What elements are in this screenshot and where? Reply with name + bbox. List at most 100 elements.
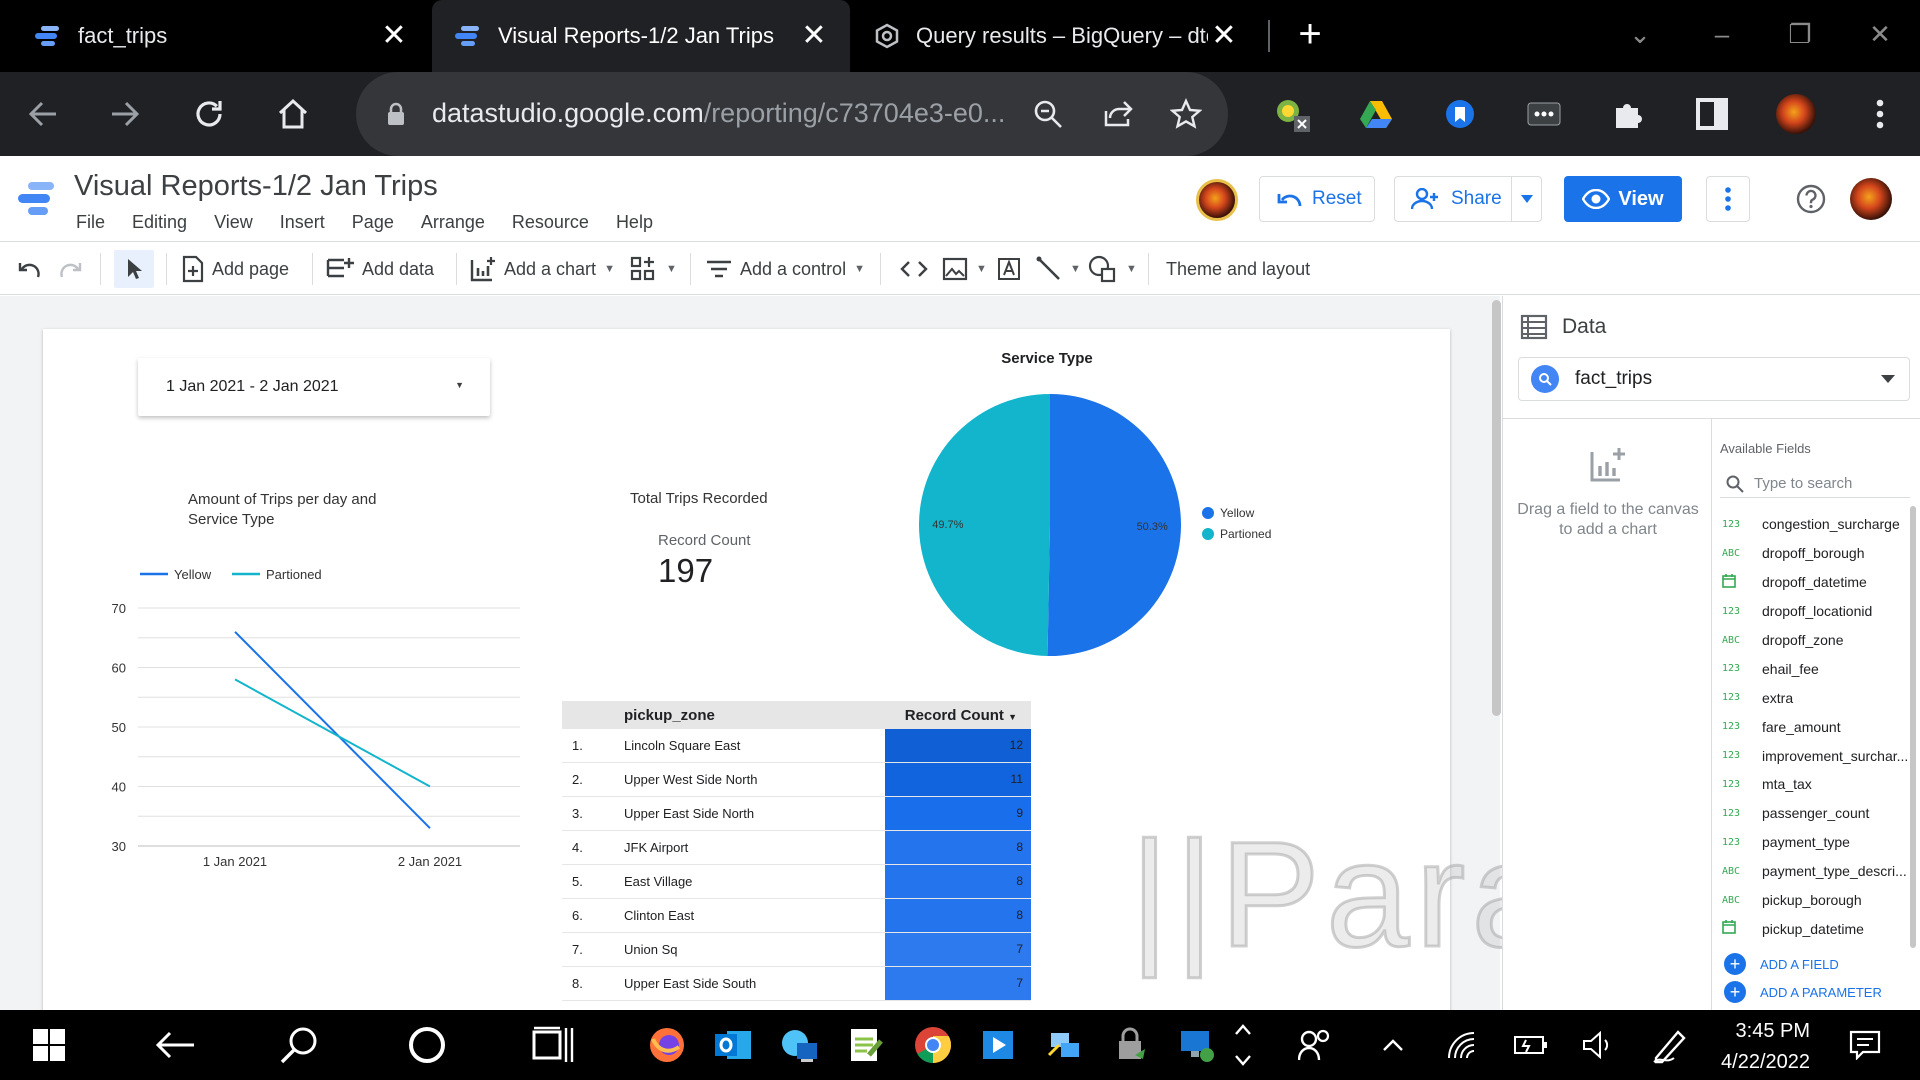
image-insert-icon[interactable]: ▼: [942, 252, 987, 286]
taskbar-scroll-icon[interactable]: [1228, 1022, 1258, 1068]
add-control-button[interactable]: Add a control ▼: [706, 252, 865, 286]
field-item[interactable]: ABC dropoff_borough: [1722, 539, 1912, 568]
cortana-icon[interactable]: [404, 1022, 450, 1068]
field-item[interactable]: 123 ehail_fee: [1722, 654, 1912, 683]
notification-center-icon[interactable]: [1842, 1022, 1888, 1068]
field-search-input[interactable]: Type to search: [1720, 470, 1910, 498]
menu-resource[interactable]: Resource: [512, 212, 589, 233]
embed-url-icon[interactable]: [900, 252, 928, 286]
new-tab-icon[interactable]: +: [1290, 14, 1330, 56]
table-row[interactable]: 5. East Village 8: [562, 865, 1031, 899]
line-chart[interactable]: Yellow Partioned 30 40 50 60 70 1 Jan 2021 2 Jan…: [90, 560, 540, 880]
pickup-zone-table[interactable]: pickup_zone Record Count ▼ 1. Lincoln Squ…: [562, 701, 1031, 1001]
bookmark-extension-icon[interactable]: [1438, 92, 1482, 136]
home-icon[interactable]: [270, 91, 316, 137]
add-field-button[interactable]: + ADD A FIELD: [1724, 953, 1839, 975]
table-header-record-count[interactable]: Record Count ▼: [885, 707, 1031, 724]
field-item[interactable]: 123 fare_amount: [1722, 712, 1912, 741]
more-extension-icon[interactable]: [1522, 92, 1566, 136]
field-item[interactable]: 123 improvement_surchar...: [1722, 741, 1912, 770]
add-parameter-button[interactable]: + ADD A PARAMETER: [1724, 981, 1882, 1003]
tab-fact-trips[interactable]: fact_trips ✕: [0, 0, 430, 72]
scorecard-value[interactable]: 197: [658, 552, 713, 590]
undo-icon[interactable]: [16, 252, 42, 286]
share-page-icon[interactable]: [1098, 94, 1138, 134]
side-panel-icon[interactable]: [1690, 92, 1734, 136]
table-row[interactable]: 8. Upper East Side South 7: [562, 967, 1031, 1001]
table-row[interactable]: 7. Union Sq 7: [562, 933, 1031, 967]
field-item[interactable]: dropoff_datetime: [1722, 568, 1912, 597]
add-page-button[interactable]: Add page: [182, 252, 289, 286]
menu-page[interactable]: Page: [352, 212, 394, 233]
chrome-menu-icon[interactable]: [1858, 92, 1902, 136]
zoom-icon[interactable]: [1028, 94, 1068, 134]
field-item[interactable]: 123 congestion_surcharge: [1722, 510, 1912, 539]
field-item[interactable]: 123 dropoff_locationid: [1722, 597, 1912, 626]
media-player-icon[interactable]: [976, 1022, 1022, 1068]
bookmark-star-icon[interactable]: [1166, 94, 1206, 134]
battery-icon[interactable]: [1508, 1022, 1554, 1068]
field-item[interactable]: ABC payment_type_descri...: [1722, 857, 1912, 886]
windows-start-icon[interactable]: [26, 1022, 72, 1068]
back-icon[interactable]: [20, 91, 66, 137]
field-item[interactable]: ABC pickup_borough: [1722, 886, 1912, 915]
share-button[interactable]: Share: [1394, 176, 1542, 222]
view-button[interactable]: View: [1564, 176, 1682, 222]
chrome-icon[interactable]: [910, 1022, 956, 1068]
more-options-icon[interactable]: [1706, 176, 1750, 222]
redo-icon[interactable]: [58, 252, 84, 286]
table-row[interactable]: 6. Clinton East 8: [562, 899, 1031, 933]
tab-search-icon[interactable]: ⌄: [1620, 14, 1660, 54]
line-tool-icon[interactable]: ▼: [1036, 252, 1081, 286]
tab-visual-reports[interactable]: Visual Reports-1/2 Jan Trips ✕: [432, 0, 850, 72]
pie-chart[interactable]: 50.3% 49.7% Yellow Partioned: [900, 380, 1300, 670]
menu-arrange[interactable]: Arrange: [421, 212, 485, 233]
task-view-icon[interactable]: [530, 1022, 576, 1068]
table-row[interactable]: 4. JFK Airport 8: [562, 831, 1031, 865]
theme-and-layout-button[interactable]: Theme and layout: [1166, 252, 1310, 286]
add-data-button[interactable]: Add data: [326, 252, 434, 286]
text-box-icon[interactable]: [996, 252, 1022, 286]
outlook-icon[interactable]: [710, 1022, 756, 1068]
notepad-app-icon[interactable]: [842, 1022, 888, 1068]
forward-icon[interactable]: [102, 91, 148, 137]
shape-tool-icon[interactable]: ▼: [1088, 252, 1137, 286]
account-avatar[interactable]: [1850, 178, 1892, 220]
menu-help[interactable]: Help: [616, 212, 653, 233]
pen-icon[interactable]: [1646, 1022, 1692, 1068]
data-studio-logo-icon[interactable]: [18, 180, 58, 221]
network-share-icon[interactable]: [1042, 1022, 1088, 1068]
restore-icon[interactable]: ❐: [1780, 14, 1820, 54]
close-icon[interactable]: ✕: [1208, 20, 1240, 52]
google-drive-icon[interactable]: [1354, 92, 1398, 136]
remote-desktop-icon[interactable]: [1174, 1022, 1220, 1068]
tab-bigquery[interactable]: Query results – BigQuery – dtc ✕: [852, 0, 1260, 72]
field-item[interactable]: pickup_datetime: [1722, 914, 1912, 943]
field-item[interactable]: 123 mta_tax: [1722, 770, 1912, 799]
date-range-control[interactable]: 1 Jan 2021 - 2 Jan 2021 ▼: [138, 358, 490, 416]
close-icon[interactable]: ✕: [378, 20, 410, 52]
community-viz-button[interactable]: ▼: [630, 252, 677, 286]
firefox-icon[interactable]: [644, 1022, 690, 1068]
field-item[interactable]: 123 payment_type: [1722, 828, 1912, 857]
report-title[interactable]: Visual Reports-1/2 Jan Trips: [74, 170, 438, 203]
field-item[interactable]: 123 extra: [1722, 683, 1912, 712]
reload-icon[interactable]: [186, 91, 232, 137]
add-chart-button[interactable]: Add a chart ▼: [470, 252, 615, 286]
network-app-icon[interactable]: [776, 1022, 822, 1068]
tray-chevron-up-icon[interactable]: [1370, 1022, 1416, 1068]
minimize-icon[interactable]: –: [1702, 14, 1742, 54]
help-icon[interactable]: [1796, 184, 1826, 219]
select-tool-icon[interactable]: [114, 250, 154, 288]
close-icon[interactable]: ✕: [798, 20, 830, 52]
canvas-scrollbar[interactable]: [1492, 300, 1501, 716]
extension-x-icon[interactable]: [1270, 92, 1314, 136]
extensions-puzzle-icon[interactable]: [1606, 92, 1650, 136]
menu-view[interactable]: View: [214, 212, 253, 233]
table-row[interactable]: 1. Lincoln Square East 12: [562, 729, 1031, 763]
taskbar-back-icon[interactable]: [152, 1022, 198, 1068]
profile-avatar[interactable]: [1776, 94, 1816, 134]
fields-scrollbar[interactable]: [1910, 506, 1916, 948]
table-row[interactable]: 2. Upper West Side North 11: [562, 763, 1031, 797]
data-source-selector[interactable]: fact_trips: [1518, 357, 1910, 401]
